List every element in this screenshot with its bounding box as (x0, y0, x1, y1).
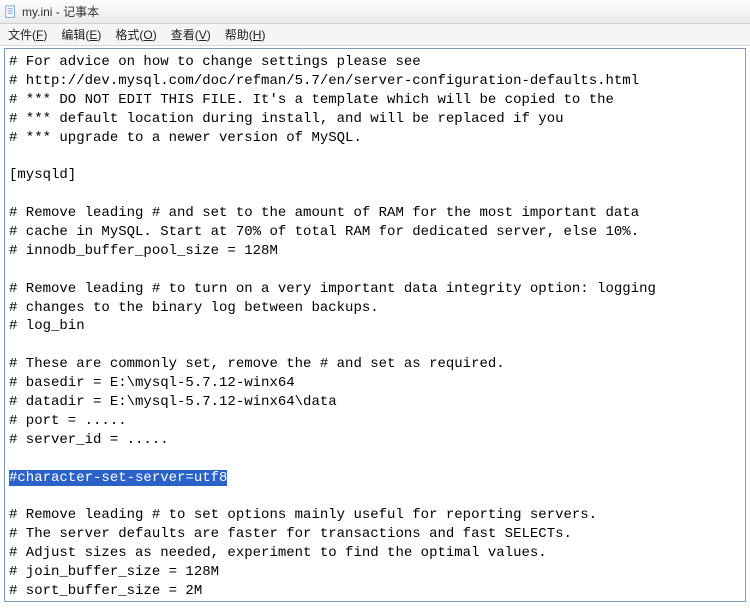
text-line: # *** upgrade to a newer version of MySQ… (9, 130, 362, 146)
menubar: 文件(F) 编辑(E) 格式(O) 查看(V) 帮助(H) (0, 24, 750, 46)
text-line: # *** default location during install, a… (9, 111, 564, 127)
text-line: # datadir = E:\mysql-5.7.12-winx64\data (9, 394, 337, 410)
text-editor[interactable]: # For advice on how to change settings p… (5, 49, 745, 602)
menu-format[interactable]: 格式(O) (115, 26, 156, 43)
menu-file[interactable]: 文件(F) (8, 26, 47, 43)
text-line: # The server defaults are faster for tra… (9, 526, 572, 542)
text-line: # These are commonly set, remove the # a… (9, 356, 505, 372)
text-line: # port = ..... (9, 413, 127, 429)
menu-view[interactable]: 查看(V) (171, 26, 211, 43)
text-line: # join_buffer_size = 128M (9, 564, 219, 580)
titlebar: my.ini - 记事本 (0, 0, 750, 24)
text-line: # server_id = ..... (9, 432, 169, 448)
text-line: # Adjust sizes as needed, experiment to … (9, 545, 547, 561)
text-line: # Remove leading # to turn on a very imp… (9, 281, 656, 297)
text-line: # http://dev.mysql.com/doc/refman/5.7/en… (9, 73, 639, 89)
text-line: # log_bin (9, 318, 85, 334)
menu-edit[interactable]: 编辑(E) (61, 26, 101, 43)
text-line: # For advice on how to change settings p… (9, 54, 421, 70)
text-line: # *** DO NOT EDIT THIS FILE. It's a temp… (9, 92, 614, 108)
text-line: # Remove leading # to set options mainly… (9, 507, 597, 523)
text-line: # innodb_buffer_pool_size = 128M (9, 243, 278, 259)
editor-viewport[interactable]: # For advice on how to change settings p… (4, 48, 746, 602)
text-line: [mysqld] (9, 167, 76, 183)
window-title: my.ini - 记事本 (22, 3, 99, 20)
menu-help[interactable]: 帮助(H) (225, 26, 266, 43)
text-line: # Remove leading # and set to the amount… (9, 205, 639, 221)
selected-text: #character-set-server=utf8 (9, 470, 227, 486)
text-line: # sort_buffer_size = 2M (9, 583, 202, 599)
text-line: # basedir = E:\mysql-5.7.12-winx64 (9, 375, 295, 391)
notepad-icon (4, 5, 18, 19)
text-line: # cache in MySQL. Start at 70% of total … (9, 224, 639, 240)
text-line: # changes to the binary log between back… (9, 300, 379, 316)
